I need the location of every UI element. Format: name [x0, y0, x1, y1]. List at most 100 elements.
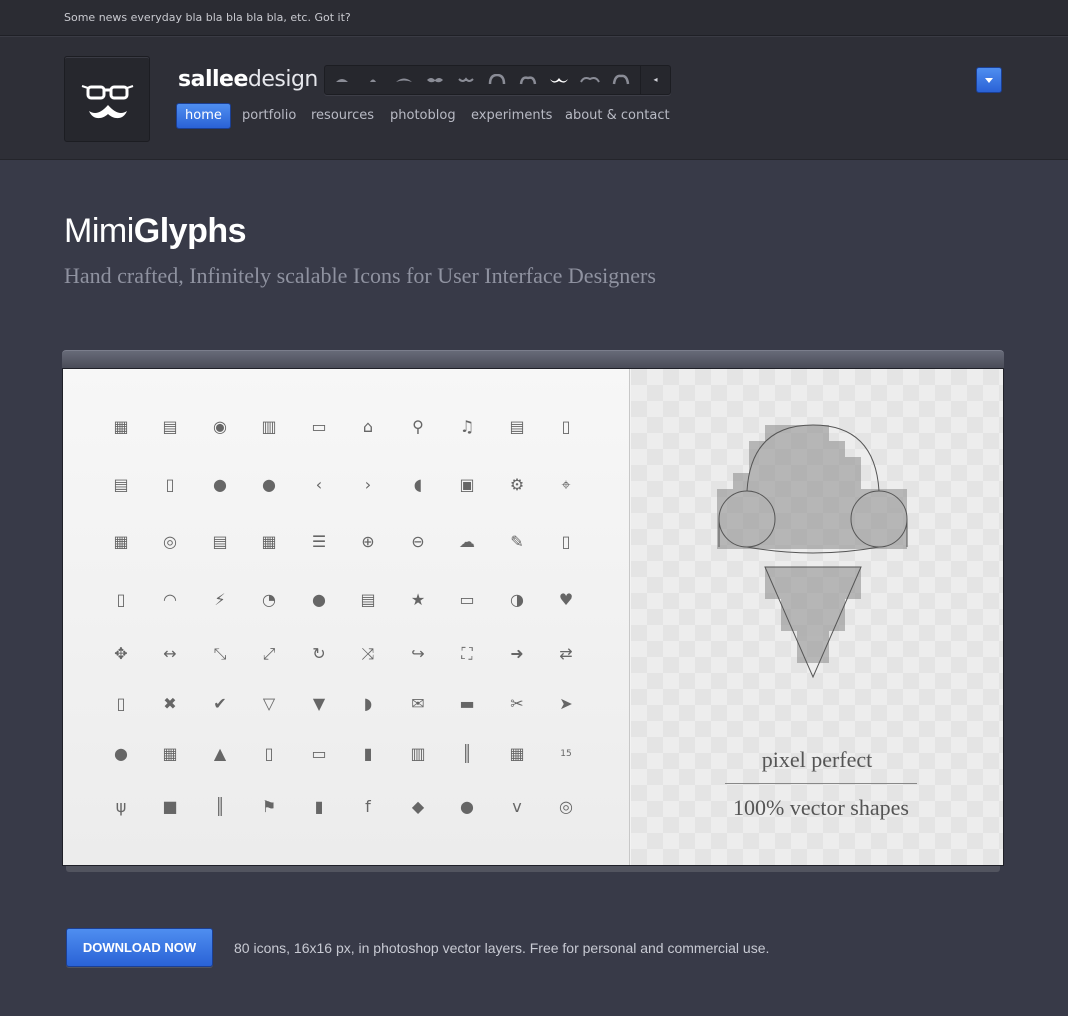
nav-about-contact[interactable]: about & contact: [565, 103, 670, 129]
flag-icon[interactable]: ⚑: [259, 797, 279, 817]
monitor-icon[interactable]: ▭: [457, 590, 477, 610]
lightning-icon[interactable]: ⚡: [210, 590, 230, 610]
inbox-icon[interactable]: ▭: [309, 417, 329, 437]
columns-icon[interactable]: ▥: [408, 744, 428, 764]
map-pin-icon[interactable]: ⌖: [556, 475, 576, 495]
music-icon[interactable]: ♫: [457, 417, 477, 437]
star-icon[interactable]: ★: [408, 590, 428, 610]
shuffle-icon[interactable]: ⤨: [358, 644, 378, 664]
mouse-icon[interactable]: ◖: [408, 475, 428, 495]
expand-icon[interactable]: ⤡: [210, 644, 230, 664]
newspaper-icon[interactable]: ▤: [210, 532, 230, 552]
gamepad-icon[interactable]: ◗: [358, 694, 378, 714]
twitter-icon[interactable]: ◆: [408, 797, 428, 817]
user-icon[interactable]: ●: [210, 475, 230, 495]
logo[interactable]: [64, 56, 150, 142]
grid-icon[interactable]: ▦: [259, 532, 279, 552]
equalizer-icon[interactable]: ║: [210, 797, 230, 817]
credit-card-icon[interactable]: ▭: [309, 744, 329, 764]
mustache-7-icon[interactable]: [513, 66, 544, 94]
nav-experiments[interactable]: experiments: [471, 103, 552, 129]
list-icon[interactable]: ☰: [309, 532, 329, 552]
mustache-3-icon[interactable]: [389, 66, 420, 94]
cursor-icon[interactable]: ➤: [556, 694, 576, 714]
nav-home[interactable]: home: [176, 103, 231, 129]
mustache-1-icon[interactable]: [327, 66, 358, 94]
move-icon[interactable]: ✥: [111, 644, 131, 664]
fork-knife-icon[interactable]: ψ: [111, 797, 131, 817]
repeat-icon[interactable]: ⇄: [556, 644, 576, 664]
mustache-5-icon[interactable]: [451, 66, 482, 94]
trash-icon[interactable]: ▯: [111, 694, 131, 714]
keyboard-icon[interactable]: ▤: [160, 417, 180, 437]
phone-icon[interactable]: ▯: [556, 532, 576, 552]
minus-circle-icon[interactable]: ⊖: [408, 532, 428, 552]
resize-horizontal-icon[interactable]: ↔: [160, 644, 180, 664]
plus-circle-icon[interactable]: ⊕: [358, 532, 378, 552]
share-icon[interactable]: ↪: [408, 644, 428, 664]
search-icon[interactable]: ⚲: [408, 417, 428, 437]
flickr-icon[interactable]: ●: [457, 797, 477, 817]
copy-icon[interactable]: ▤: [111, 475, 131, 495]
fullscreen-icon[interactable]: ⛶: [457, 644, 477, 664]
ice-cream-icon[interactable]: ▼: [309, 694, 329, 714]
heart-icon[interactable]: ♥: [556, 590, 576, 610]
check-icon[interactable]: ✔: [210, 694, 230, 714]
calendar-icon[interactable]: ▦: [111, 532, 131, 552]
video-icon[interactable]: ■: [160, 797, 180, 817]
nav-resources[interactable]: resources: [311, 103, 374, 129]
refresh-icon[interactable]: ↻: [309, 644, 329, 664]
ipod-icon[interactable]: ▯: [111, 590, 131, 610]
calculator-icon[interactable]: ▦: [111, 417, 131, 437]
dribbble-icon[interactable]: ◎: [556, 797, 576, 817]
car-icon[interactable]: ▬: [457, 694, 477, 714]
speech-bubble-icon[interactable]: ●: [309, 590, 329, 610]
documents-icon[interactable]: ▤: [507, 417, 527, 437]
arrow-right-icon[interactable]: ➜: [507, 644, 527, 664]
home-icon[interactable]: ⌂: [358, 417, 378, 437]
chevron-right-icon[interactable]: ›: [358, 475, 378, 495]
pencil-icon[interactable]: ✎: [507, 532, 527, 552]
gear-icon[interactable]: ⚙: [507, 475, 527, 495]
brand-name[interactable]: salleedesign: [178, 67, 318, 92]
date-icon[interactable]: 15: [556, 744, 576, 764]
apps-icon[interactable]: ▦: [507, 744, 527, 764]
nav-portfolio[interactable]: portfolio: [242, 103, 296, 129]
printer-icon[interactable]: ▥: [259, 417, 279, 437]
mustache-2-icon[interactable]: [358, 66, 389, 94]
glass-icon[interactable]: ▽: [259, 694, 279, 714]
scissors-icon[interactable]: ✂: [507, 694, 527, 714]
dropdown-button[interactable]: [976, 67, 1002, 93]
safe-icon[interactable]: ◎: [160, 532, 180, 552]
nav-photoblog[interactable]: photoblog: [390, 103, 456, 129]
close-icon[interactable]: ✖: [160, 694, 180, 714]
bulb-icon[interactable]: ●: [111, 744, 131, 764]
vimeo-icon[interactable]: v: [507, 797, 527, 817]
mustache-6-icon[interactable]: [482, 66, 513, 94]
mustache-10-icon[interactable]: [606, 66, 637, 94]
download-button[interactable]: DOWNLOAD NOW: [66, 928, 213, 967]
sailboat-icon[interactable]: ▲: [210, 744, 230, 764]
mug-icon[interactable]: ▯: [259, 744, 279, 764]
facebook-icon[interactable]: f: [358, 797, 378, 817]
file-icon[interactable]: ▯: [160, 475, 180, 495]
headphones-icon[interactable]: ◠: [160, 590, 180, 610]
collapse-icon[interactable]: ⤢: [259, 644, 279, 664]
document-icon[interactable]: ▯: [556, 417, 576, 437]
barcode-icon[interactable]: ║: [457, 744, 477, 764]
chat-icon[interactable]: ▤: [358, 590, 378, 610]
mustache-4-icon[interactable]: [420, 66, 451, 94]
camera-icon[interactable]: ◉: [210, 417, 230, 437]
mustache-8-icon[interactable]: [544, 66, 575, 94]
mustache-9-icon[interactable]: [575, 66, 606, 94]
image-icon[interactable]: ▣: [457, 475, 477, 495]
mail-icon[interactable]: ✉: [408, 694, 428, 714]
microphone-icon[interactable]: ▮: [309, 797, 329, 817]
mustache-scroll-arrow[interactable]: ◂: [640, 66, 670, 94]
pie-chart-icon[interactable]: ◔: [259, 590, 279, 610]
users-icon[interactable]: ●: [259, 475, 279, 495]
calculator-2-icon[interactable]: ▦: [160, 744, 180, 764]
cloud-icon[interactable]: ☁: [457, 532, 477, 552]
chevron-left-icon[interactable]: ‹: [309, 475, 329, 495]
lighter-icon[interactable]: ▮: [358, 744, 378, 764]
